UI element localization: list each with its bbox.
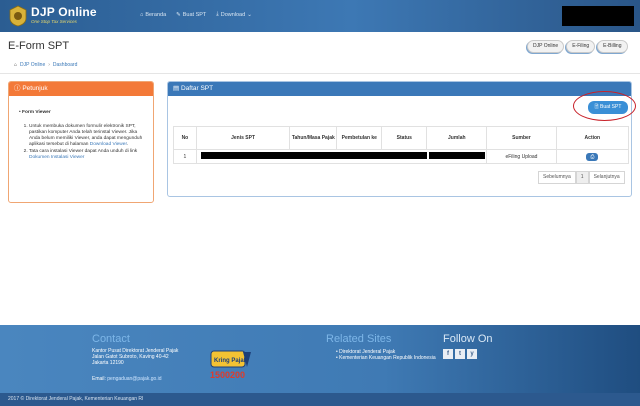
email-link[interactable]: pengaduan@pajak.go.id	[107, 376, 161, 382]
edit-icon: ✎	[176, 11, 181, 18]
nav-label: Buat SPT	[182, 11, 207, 18]
main-nav: ⌂ Beranda ✎ Buat SPT ⤓ Download ⌄	[140, 11, 252, 18]
nav-label: Download	[220, 11, 246, 18]
social-links: f t y	[443, 349, 477, 359]
top-button-group: DJP Online E-Filing E-Billing	[527, 40, 628, 53]
user-menu-redacted[interactable]	[562, 6, 634, 26]
e-billing-button[interactable]: E-Billing	[597, 40, 628, 53]
brand-subtitle: One Stop Tax Services	[31, 19, 77, 24]
nav-item-buat-spt[interactable]: ✎ Buat SPT	[176, 11, 206, 18]
footer: Contact Kantor Pusat Direktorat Jenderal…	[0, 325, 640, 393]
help-icon: ⓘ	[14, 85, 21, 92]
table-header-row: No Jenis SPT Tahun/Masa Pajak Pembetulan…	[173, 126, 630, 150]
pagination-page-1[interactable]: 1	[575, 171, 589, 184]
cell-redacted	[381, 149, 427, 164]
chevron-right-icon: ›	[48, 62, 50, 68]
twitter-icon[interactable]: t	[455, 349, 465, 359]
djp-logo-icon[interactable]	[8, 5, 28, 27]
list-icon: ▤	[173, 85, 180, 92]
pagination: Sebelumnya 1 Selanjutnya	[538, 171, 625, 184]
column-header: Status	[381, 126, 428, 150]
column-header: No	[173, 126, 197, 150]
youtube-icon[interactable]: y	[467, 349, 477, 359]
nav-item-download[interactable]: ⤓ Download ⌄	[216, 11, 252, 18]
page-title: E-Form SPT	[8, 40, 70, 52]
column-header: Jumlah	[426, 126, 488, 150]
contact-email: Email: pengaduan@pajak.go.id	[92, 376, 162, 382]
home-icon: ⌂	[140, 11, 144, 18]
pagination-next[interactable]: Selanjutnya	[588, 171, 625, 184]
kring-pajak-label: Kring Pajak	[214, 358, 248, 364]
cell-redacted	[195, 149, 290, 164]
petunjuk-title: Petunjuk	[22, 85, 48, 92]
brand-title[interactable]: DJP Online	[31, 5, 97, 19]
header-divider	[0, 73, 640, 74]
djp-online-button[interactable]: DJP Online	[527, 40, 565, 53]
document-icon: 🗎	[594, 104, 599, 110]
list-item: Untuk membuka dokumen formulir elektroni…	[29, 124, 145, 148]
related-sites-title: Related Sites	[326, 333, 392, 345]
related-sites-list: • Direktorat Jenderal Pajak • Kementeria…	[336, 349, 436, 361]
breadcrumb: ⌂ DJP Online › Dashboard	[14, 62, 77, 68]
contact-title: Contact	[92, 333, 130, 345]
petunjuk-panel: ⓘ Petunjuk • Form Viewer Untuk membuka d…	[8, 81, 154, 203]
column-header: Jenis SPT	[195, 126, 291, 150]
form-viewer-heading: • Form Viewer	[19, 110, 51, 115]
column-header: Sumber	[486, 126, 557, 150]
column-header: Pembetulan ke	[336, 126, 383, 150]
nav-label: Beranda	[145, 11, 167, 18]
breadcrumb-dashboard[interactable]: Dashboard	[53, 62, 77, 68]
cell-action: ⎙	[555, 149, 630, 164]
column-header: Tahun/Masa Pajak	[289, 126, 338, 150]
breadcrumb-djp-online[interactable]: DJP Online	[20, 62, 45, 68]
cell-no: 1	[173, 149, 197, 164]
related-link[interactable]: • Kementerian Keuangan Republik Indonesi…	[336, 355, 436, 361]
daftar-spt-header: ▤ Daftar SPT	[168, 82, 631, 96]
dokumen-instalasi-link[interactable]: Dokumen Instalasi Viewer	[29, 155, 84, 160]
cell-redacted	[336, 149, 382, 164]
facebook-icon[interactable]: f	[443, 349, 453, 359]
cell-sumber: eFiling Upload	[486, 149, 557, 164]
copyright: 2017 © Direktorat Jenderal Pajak, Kement…	[0, 393, 640, 406]
download-viewer-link[interactable]: Download Viewer	[90, 142, 127, 147]
top-navbar: DJP Online One Stop Tax Services ⌂ Beran…	[0, 0, 640, 32]
petunjuk-header: ⓘ Petunjuk	[9, 82, 153, 96]
spt-table: No Jenis SPT Tahun/Masa Pajak Pembetulan…	[173, 126, 630, 164]
print-button[interactable]: ⎙	[586, 152, 599, 161]
nav-item-beranda[interactable]: ⌂ Beranda	[140, 11, 166, 18]
print-icon: ⎙	[590, 153, 595, 160]
cell-redacted	[426, 149, 488, 164]
chevron-down-icon: ⌄	[247, 11, 252, 18]
pagination-prev[interactable]: Sebelumnya	[538, 171, 576, 184]
column-header: Action	[555, 126, 630, 150]
buat-spt-button[interactable]: 🗎 Buat SPT	[588, 101, 628, 114]
e-filing-button[interactable]: E-Filing	[566, 40, 596, 53]
table-row: 1 eFiling Upload ⎙	[173, 149, 630, 164]
list-item: Tata cara instalasi Viewer dapat Anda un…	[29, 149, 145, 161]
cell-redacted	[289, 149, 337, 164]
home-icon: ⌂	[14, 62, 18, 68]
contact-address: Kantor Pusat Direktorat Jenderal Pajak J…	[92, 348, 179, 366]
daftar-spt-title: Daftar SPT	[180, 85, 214, 92]
callcenter-number: 1500200	[210, 370, 246, 380]
follow-on-title: Follow On	[443, 333, 493, 345]
petunjuk-list: Untuk membuka dokumen formulir elektroni…	[19, 124, 145, 161]
daftar-spt-panel: ▤ Daftar SPT 🗎 Buat SPT No Jenis SPT Tah…	[167, 81, 636, 197]
download-icon: ⤓	[216, 11, 219, 17]
